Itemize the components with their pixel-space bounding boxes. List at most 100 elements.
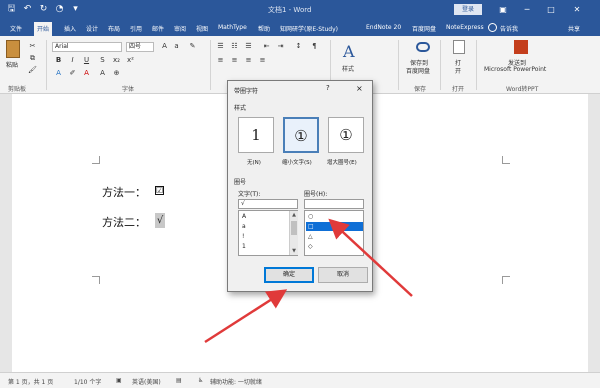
- shrink-font-icon[interactable]: a: [172, 42, 181, 51]
- language-status[interactable]: 英语(美国): [132, 377, 161, 386]
- justify-icon[interactable]: ≡: [258, 56, 267, 65]
- maximize-icon[interactable]: □: [544, 3, 558, 16]
- close-icon[interactable]: ×: [356, 84, 363, 93]
- autosave-icon[interactable]: ◔: [54, 4, 65, 15]
- list-item[interactable]: A: [240, 212, 288, 221]
- tab-review[interactable]: 审阅: [174, 24, 186, 33]
- list-item[interactable]: △: [306, 232, 363, 241]
- paste-icon[interactable]: [6, 40, 20, 58]
- text-effects-icon[interactable]: A: [54, 69, 63, 78]
- save-icon[interactable]: 🖫: [6, 4, 17, 15]
- align-center-icon[interactable]: ≡: [230, 56, 239, 65]
- tab-home[interactable]: 开始: [34, 22, 53, 36]
- strikethrough-icon[interactable]: S: [98, 56, 107, 65]
- cut-icon[interactable]: ✂: [28, 42, 37, 51]
- undo-icon[interactable]: ↶: [22, 4, 33, 15]
- selected-check-symbol[interactable]: √: [155, 213, 165, 228]
- subscript-icon[interactable]: x₂: [112, 56, 121, 65]
- list-item[interactable]: ◇: [306, 242, 363, 251]
- customize-icon[interactable]: ▾: [70, 4, 81, 15]
- italic-icon[interactable]: I: [68, 56, 77, 65]
- clear-format-icon[interactable]: ✎: [188, 42, 197, 51]
- styles-label[interactable]: 样式: [342, 64, 354, 73]
- copy-icon[interactable]: ⧉: [28, 54, 37, 63]
- char-shading-icon[interactable]: A: [98, 69, 107, 78]
- list-item[interactable]: a: [240, 222, 288, 231]
- text-list-scrollbar[interactable]: ▲ ▼: [289, 211, 298, 255]
- ribbon-display-icon[interactable]: ▣: [496, 3, 510, 16]
- tab-design[interactable]: 设计: [86, 24, 98, 33]
- cancel-button[interactable]: 取消: [318, 267, 368, 283]
- circle-input[interactable]: [304, 199, 364, 209]
- tab-file[interactable]: 文件: [10, 24, 22, 33]
- show-marks-icon[interactable]: ¶: [310, 42, 319, 51]
- share-button[interactable]: 共享: [568, 24, 580, 33]
- list-item[interactable]: 1: [240, 242, 288, 251]
- list-item-selected[interactable]: □: [306, 222, 363, 231]
- tab-references[interactable]: 引用: [130, 24, 142, 33]
- align-right-icon[interactable]: ≡: [244, 56, 253, 65]
- circle-listbox[interactable]: ○ □ △ ◇: [304, 210, 364, 256]
- numbering-icon[interactable]: ☷: [230, 42, 239, 51]
- tab-mathtype[interactable]: MathType: [218, 24, 247, 31]
- font-size-combo[interactable]: 四号: [126, 42, 154, 52]
- save-to-label-2[interactable]: 百度网盘: [406, 66, 430, 75]
- send-to-label-2[interactable]: Microsoft PowerPoint: [484, 66, 546, 73]
- tab-help[interactable]: 帮助: [258, 24, 270, 33]
- enclose-char-icon[interactable]: ⊕: [112, 69, 121, 78]
- proofing-icon[interactable]: ▣: [116, 377, 122, 384]
- scroll-down-icon[interactable]: ▼: [290, 247, 298, 255]
- highlight-icon[interactable]: ✐: [68, 69, 77, 78]
- paste-label[interactable]: 粘贴: [6, 60, 18, 69]
- grow-font-icon[interactable]: A: [160, 42, 169, 51]
- multilevel-icon[interactable]: ☰: [244, 42, 253, 51]
- tab-mailings[interactable]: 邮件: [152, 24, 164, 33]
- baidu-cloud-icon[interactable]: [416, 42, 430, 52]
- superscript-icon[interactable]: x²: [126, 56, 135, 65]
- word-count[interactable]: 1/10 个字: [74, 377, 101, 386]
- style-none-option[interactable]: 1: [238, 117, 274, 153]
- align-left-icon[interactable]: ≡: [216, 56, 225, 65]
- checked-box-symbol[interactable]: ☑: [155, 186, 164, 195]
- tab-baidu-netdisk[interactable]: 百度网盘: [412, 24, 436, 33]
- increase-indent-icon[interactable]: ⇥: [276, 42, 285, 51]
- text-listbox[interactable]: A a ! 1 ▲ ▼: [238, 210, 298, 256]
- scroll-up-icon[interactable]: ▲: [290, 211, 298, 219]
- list-item[interactable]: !: [240, 232, 288, 241]
- style-enlarge-option[interactable]: ①: [328, 117, 364, 153]
- method-two-text[interactable]: 方法二：: [102, 214, 146, 230]
- login-button[interactable]: 登录: [454, 4, 482, 15]
- list-item[interactable]: ○: [306, 212, 363, 221]
- method-one-text[interactable]: 方法一：: [102, 184, 146, 200]
- accessibility-icon[interactable]: ♿: [198, 377, 203, 384]
- font-color-icon[interactable]: A: [82, 69, 91, 78]
- font-name-combo[interactable]: Arial: [52, 42, 122, 52]
- bold-icon[interactable]: B: [54, 56, 63, 65]
- help-icon[interactable]: ?: [326, 84, 330, 92]
- format-painter-icon[interactable]: 🖌: [28, 66, 37, 75]
- minimize-icon[interactable]: ─: [520, 3, 534, 16]
- macro-icon[interactable]: ▤: [176, 377, 182, 384]
- bullets-icon[interactable]: ☰: [216, 42, 225, 51]
- tab-layout[interactable]: 布局: [108, 24, 120, 33]
- accessibility-status[interactable]: 辅助功能: 一切就绪: [210, 377, 262, 386]
- tab-noteexpress[interactable]: NoteExpress: [446, 24, 484, 31]
- page-count[interactable]: 第 1 页，共 1 页: [8, 377, 53, 386]
- open-label-2[interactable]: 开: [455, 66, 461, 75]
- scroll-thumb[interactable]: [291, 221, 297, 235]
- close-icon[interactable]: ✕: [570, 3, 584, 16]
- tab-estudy[interactable]: 知网研学(原E-Study): [280, 24, 338, 33]
- redo-icon[interactable]: ↻: [38, 4, 49, 15]
- powerpoint-icon[interactable]: [514, 40, 528, 54]
- open-file-icon[interactable]: [453, 40, 465, 54]
- tab-insert[interactable]: 插入: [64, 24, 76, 33]
- tab-view[interactable]: 视图: [196, 24, 208, 33]
- decrease-indent-icon[interactable]: ⇤: [262, 42, 271, 51]
- sort-icon[interactable]: ↕: [294, 42, 303, 51]
- underline-icon[interactable]: U: [82, 56, 91, 65]
- ok-button[interactable]: 确定: [264, 267, 314, 283]
- tell-me-box[interactable]: 告诉我: [500, 24, 518, 33]
- text-input[interactable]: √: [238, 199, 298, 209]
- lightbulb-icon[interactable]: [488, 23, 497, 32]
- tab-endnote[interactable]: EndNote 20: [366, 24, 401, 31]
